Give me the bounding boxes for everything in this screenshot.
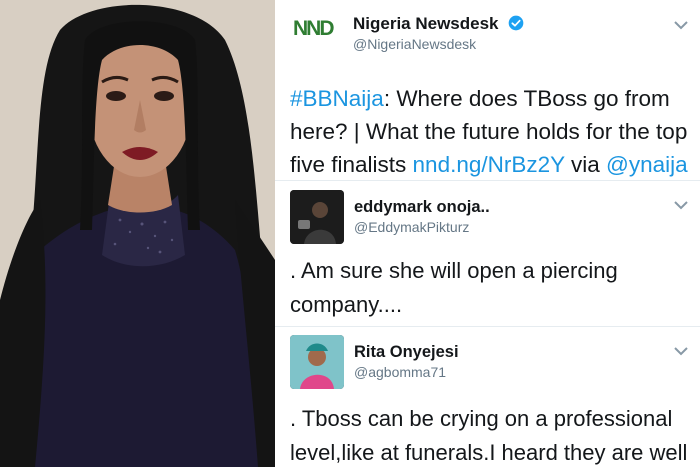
- reply-text: . Tboss can be crying on a professional …: [290, 406, 688, 465]
- verified-badge-icon: [508, 15, 524, 31]
- separator: [275, 180, 700, 181]
- reply-author-name[interactable]: Rita Onyejesi: [354, 343, 459, 362]
- main-tweet-header: NND Nigeria Newsdesk @NigeriaNewsdesk: [293, 14, 524, 52]
- separator: [275, 326, 700, 327]
- tweet-thread: NND Nigeria Newsdesk @NigeriaNewsdesk #B…: [275, 0, 700, 467]
- reply-text: . Am sure she will open a piercing compa…: [290, 258, 618, 317]
- mention-link[interactable]: @ynaija: [606, 152, 688, 177]
- main-tweet-text: #BBNaija: Where does TBoss go from here?…: [290, 82, 690, 181]
- nnd-logo[interactable]: NND: [293, 14, 339, 44]
- chevron-down-icon[interactable]: [674, 200, 688, 210]
- reply-header: eddymark onoja.. @EddymakPikturz: [290, 190, 490, 244]
- main-tweet-author-name[interactable]: Nigeria Newsdesk: [353, 14, 499, 33]
- reply-author-name[interactable]: eddymark onoja..: [354, 198, 490, 217]
- reply-header: Rita Onyejesi @agbomma71: [290, 335, 459, 389]
- chevron-down-icon[interactable]: [674, 346, 688, 356]
- via-text: via: [564, 152, 606, 177]
- avatar[interactable]: [290, 190, 344, 244]
- avatar[interactable]: [290, 335, 344, 389]
- main-tweet-author-handle[interactable]: @NigeriaNewsdesk: [353, 36, 524, 52]
- tboss-photo: [0, 0, 275, 467]
- article-link[interactable]: nnd.ng/NrBz2Y: [413, 152, 565, 177]
- reply-author-handle[interactable]: @EddymakPikturz: [354, 219, 490, 235]
- chevron-down-icon[interactable]: [674, 20, 688, 30]
- reply-author-handle[interactable]: @agbomma71: [354, 364, 459, 380]
- hashtag-link[interactable]: #BBNaija: [290, 86, 384, 111]
